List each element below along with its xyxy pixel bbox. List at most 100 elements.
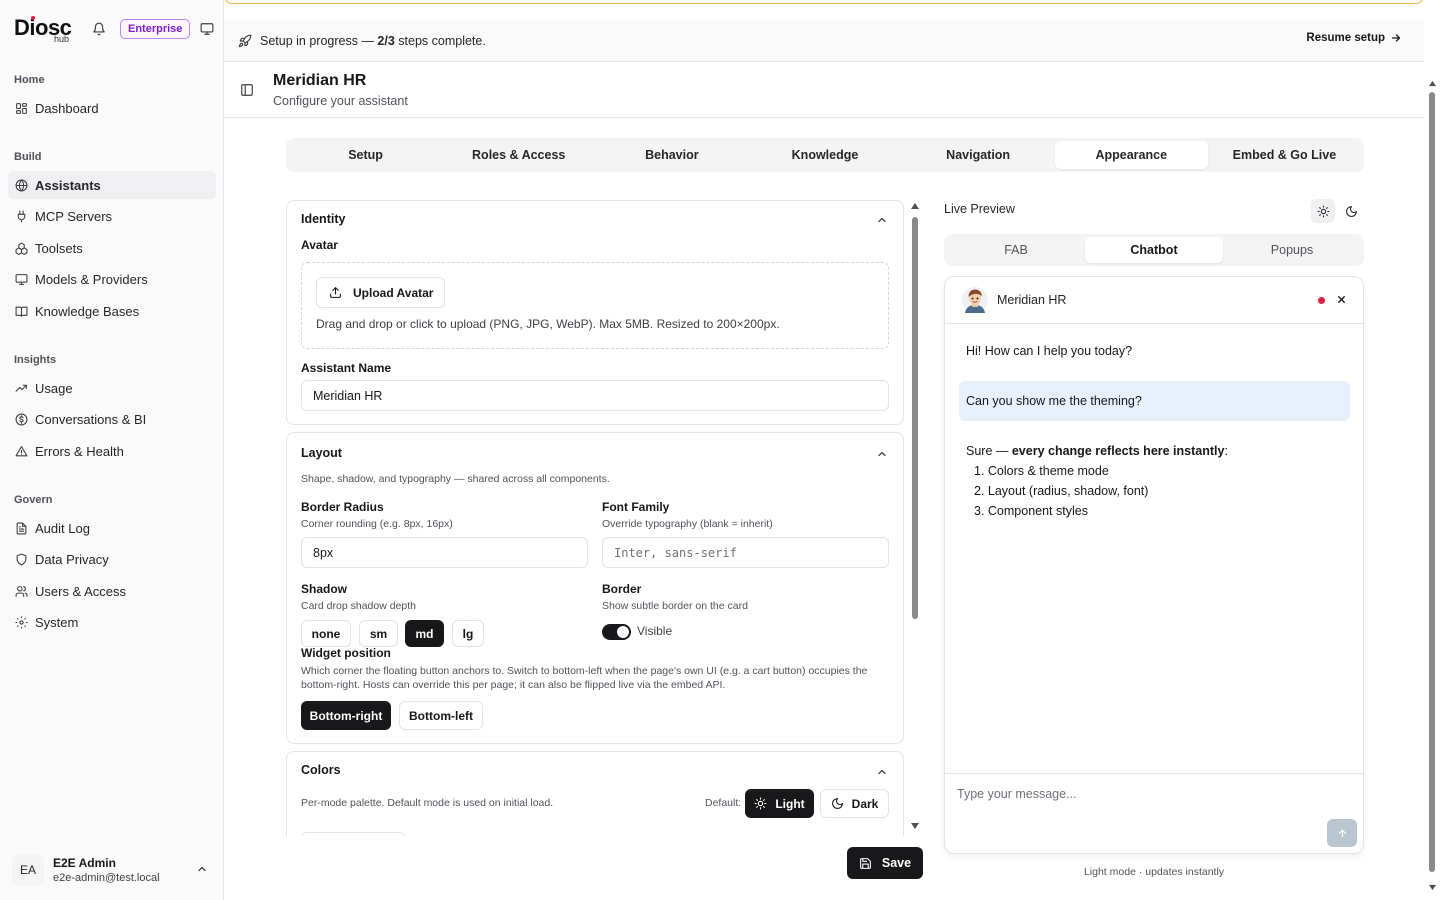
avatar-dropzone[interactable]: Upload Avatar Drag and drop or click to … xyxy=(301,262,889,349)
chevron-up-icon[interactable] xyxy=(876,766,888,778)
tab-behavior[interactable]: Behavior xyxy=(595,141,748,169)
border-visible-toggle[interactable] xyxy=(602,624,631,640)
preview-dark-mode-button[interactable] xyxy=(1339,199,1363,223)
chevron-up-icon[interactable] xyxy=(876,214,888,226)
shadow-option-none[interactable]: none xyxy=(301,620,351,647)
file-text-icon xyxy=(14,521,28,535)
assistant-name-input[interactable]: Meridian HR xyxy=(301,380,889,411)
nav-section-insights: Insights xyxy=(14,354,57,366)
font-family-label: Font Family xyxy=(602,500,670,514)
scroll-up-arrow-icon[interactable] xyxy=(910,202,920,210)
arrow-right-icon xyxy=(1390,32,1402,44)
preview-tab-chatbot[interactable]: Chatbot xyxy=(1085,237,1223,263)
sidebar-item-usage[interactable]: Usage xyxy=(8,374,216,402)
users-icon xyxy=(14,584,28,598)
default-light-button[interactable]: Light xyxy=(745,789,814,818)
default-dark-label: Dark xyxy=(851,796,879,811)
shadow-option-sm[interactable]: sm xyxy=(359,620,398,647)
logo[interactable]: Diosc hub xyxy=(14,14,78,46)
sidebar-item-label: Audit Log xyxy=(35,520,90,536)
chatbot-preview: Meridian HR Hi! How can I help you today… xyxy=(944,276,1364,854)
sidebar-item-label: Toolsets xyxy=(35,240,83,256)
assistant-name-label: Assistant Name xyxy=(301,361,392,375)
layout-description: Shape, shadow, and typography — shared a… xyxy=(301,473,610,485)
chevron-up-icon[interactable] xyxy=(196,863,208,875)
shield-icon xyxy=(14,552,28,566)
close-icon[interactable] xyxy=(1336,294,1347,305)
page-scrollbar[interactable] xyxy=(1425,62,1440,900)
preview-caption: Light mode · updates instantly xyxy=(1083,866,1225,878)
scroll-up-arrow-icon[interactable] xyxy=(1428,80,1437,87)
tab-knowledge[interactable]: Knowledge xyxy=(748,141,901,169)
tab-navigation[interactable]: Navigation xyxy=(902,141,1055,169)
save-button[interactable]: Save xyxy=(847,847,923,879)
font-family-input[interactable]: Inter, sans-serif xyxy=(602,537,889,568)
border-toggle-label: Visible xyxy=(637,624,673,638)
bot-name: Meridian HR xyxy=(997,293,1067,307)
user-menu[interactable]: EA E2E Admin e2e-admin@test.local xyxy=(8,848,216,892)
position-bottom-right-button[interactable]: Bottom-right xyxy=(301,701,391,730)
sidebar-item-knowledge-bases[interactable]: Knowledge Bases xyxy=(8,297,216,325)
sidebar-item-label: Errors & Health xyxy=(35,443,124,459)
preview-tab-fab[interactable]: FAB xyxy=(947,237,1085,263)
scroll-down-arrow-icon[interactable] xyxy=(1428,884,1437,891)
scroll-down-arrow-icon[interactable] xyxy=(910,822,920,830)
nav-section-build: Build xyxy=(14,151,42,163)
upload-avatar-label: Upload Avatar xyxy=(353,285,434,300)
sun-icon xyxy=(754,797,767,810)
sidebar-item-data-privacy[interactable]: Data Privacy xyxy=(8,545,216,573)
sidebar: Diosc hub Enterprise Home Dashboard Buil… xyxy=(0,0,224,900)
upload-avatar-button[interactable]: Upload Avatar xyxy=(316,277,446,308)
sidebar-item-errors-health[interactable]: Errors & Health xyxy=(8,437,216,465)
preview-light-mode-button[interactable] xyxy=(1311,199,1335,223)
sidebar-toggle-icon[interactable] xyxy=(240,83,254,97)
chat-header: Meridian HR xyxy=(945,277,1363,324)
shadow-option-md[interactable]: md xyxy=(405,620,444,647)
monitor-icon[interactable] xyxy=(200,22,214,36)
form-scrollbar[interactable] xyxy=(909,200,921,836)
sidebar-item-mcp-servers[interactable]: MCP Servers xyxy=(8,202,216,230)
bot-greeting-message: Hi! How can I help you today? xyxy=(966,344,1133,358)
sidebar-item-label: Conversations & BI xyxy=(35,411,147,427)
sidebar-item-audit-log[interactable]: Audit Log xyxy=(8,514,216,542)
sidebar-item-system[interactable]: System xyxy=(8,608,216,636)
shadow-option-lg[interactable]: lg xyxy=(452,620,484,647)
preview-tab-popups[interactable]: Popups xyxy=(1223,237,1361,263)
default-mode-label: Default: xyxy=(705,797,742,809)
setup-progress-count: 2/3 xyxy=(377,33,395,48)
monitor-icon xyxy=(14,272,28,286)
settings-tabs: Setup Roles & Access Behavior Knowledge … xyxy=(286,138,1364,172)
sidebar-item-users-access[interactable]: Users & Access xyxy=(8,577,216,605)
page-scroll-thumb[interactable] xyxy=(1429,92,1435,872)
resume-setup-button[interactable]: Resume setup xyxy=(1306,32,1402,44)
gear-icon xyxy=(14,615,28,629)
user-message: Can you show me the theming? xyxy=(959,381,1350,421)
live-preview-title: Live Preview xyxy=(944,202,1015,216)
tab-appearance[interactable]: Appearance xyxy=(1054,141,1208,169)
chevron-up-icon[interactable] xyxy=(876,448,888,460)
preview-tabs: FAB Chatbot Popups xyxy=(944,234,1364,266)
sidebar-item-dashboard[interactable]: Dashboard xyxy=(8,94,216,122)
sidebar-item-conversations-bi[interactable]: Conversations & BI xyxy=(8,405,216,433)
sidebar-item-models-providers[interactable]: Models & Providers xyxy=(8,265,216,293)
sidebar-item-toolsets[interactable]: Toolsets xyxy=(8,234,216,262)
border-radius-input[interactable]: 8px xyxy=(301,537,588,568)
tab-setup[interactable]: Setup xyxy=(289,141,442,169)
bot-avatar xyxy=(961,286,989,314)
assistant-name-value: Meridian HR xyxy=(313,388,383,403)
colors-description: Per-mode palette. Default mode is used o… xyxy=(301,797,554,809)
tab-roles-access[interactable]: Roles & Access xyxy=(442,141,595,169)
default-dark-button[interactable]: Dark xyxy=(820,789,889,818)
colors-next-field xyxy=(301,832,405,836)
chat-input[interactable]: Type your message... xyxy=(945,773,1363,853)
moon-icon xyxy=(831,797,844,810)
position-bottom-left-button[interactable]: Bottom-left xyxy=(399,701,483,730)
tab-embed-go-live[interactable]: Embed & Go Live xyxy=(1208,141,1361,169)
widget-position-label: Widget position xyxy=(301,646,391,660)
send-button[interactable] xyxy=(1327,819,1357,847)
form-scroll-thumb[interactable] xyxy=(912,217,918,619)
sidebar-item-label: MCP Servers xyxy=(35,208,113,224)
resume-setup-label: Resume setup xyxy=(1306,32,1385,44)
bell-icon[interactable] xyxy=(92,22,106,36)
sidebar-item-assistants[interactable]: Assistants xyxy=(8,171,216,199)
